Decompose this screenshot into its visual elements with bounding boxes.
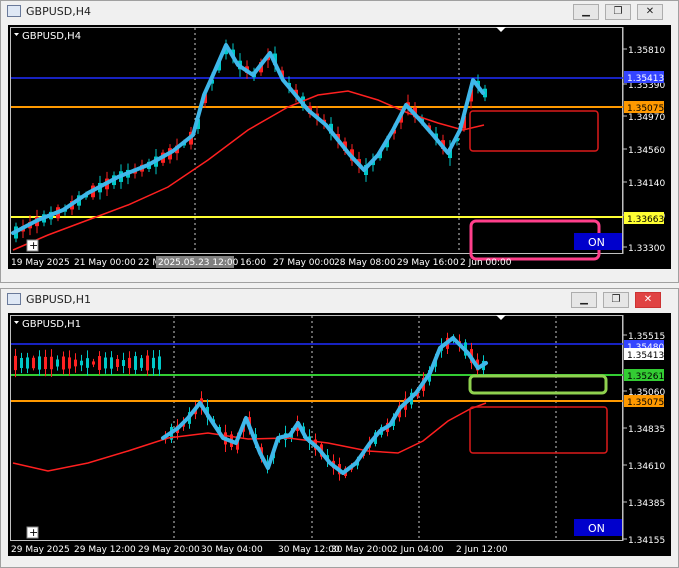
title-bar[interactable]: GBPUSD,H1 ▁ ❐ ✕ bbox=[1, 289, 678, 311]
minimize-button[interactable]: ▁ bbox=[573, 4, 599, 20]
candle-body bbox=[98, 356, 101, 370]
candle-body bbox=[14, 355, 17, 371]
candle-body bbox=[26, 357, 29, 369]
restore-button[interactable]: ❐ bbox=[603, 292, 629, 308]
time-tick-label: 30 May 20:00 bbox=[331, 545, 393, 555]
candle-body bbox=[134, 356, 137, 370]
candle-body bbox=[122, 360, 125, 366]
price-tag-label: 1.35075 bbox=[627, 398, 664, 408]
chart-window-h4: GBPUSD,H4 ▁ ❐ ✕ GBPUSD,H4 1.35810 1.35390 1… bbox=[0, 0, 679, 283]
time-tick-label: 2 Jun 04:00 bbox=[392, 545, 444, 555]
close-button[interactable]: ✕ bbox=[637, 4, 663, 20]
candle-body bbox=[92, 361, 95, 365]
candle-body bbox=[50, 356, 53, 370]
candle-body bbox=[152, 357, 155, 369]
time-tick-label: 28 May 08:00 bbox=[334, 258, 396, 268]
on-toggle-label: ON bbox=[588, 522, 605, 535]
price-chart-h4[interactable]: GBPUSD,H4 1.35810 1.35390 1.34970 1.34560 1.3… bbox=[8, 25, 671, 269]
title-bar[interactable]: GBPUSD,H4 ▁ ❐ ✕ bbox=[1, 1, 678, 23]
chart-background bbox=[8, 25, 671, 269]
time-tick-label: 2 Jun 00:00 bbox=[460, 258, 512, 268]
time-tick-label: 29 May 12:00 bbox=[74, 545, 136, 555]
price-tag-label: 1.33663 bbox=[627, 215, 664, 225]
price-tick-label: 1.34835 bbox=[628, 425, 665, 435]
candle-body bbox=[110, 357, 113, 369]
candle-body bbox=[128, 357, 131, 369]
symbol-label: GBPUSD,H4 bbox=[22, 31, 81, 42]
time-tick-label: 2 Jun 12:00 bbox=[456, 545, 508, 555]
time-tick-label: 29 May 16:00 bbox=[397, 258, 459, 268]
price-tick-label: 1.34970 bbox=[628, 113, 665, 123]
candle-body bbox=[140, 358, 143, 368]
window-title: GBPUSD,H4 bbox=[26, 5, 91, 18]
price-tag-label: 1.35075 bbox=[627, 104, 664, 114]
time-tick-label: 30 May 04:00 bbox=[201, 545, 263, 555]
price-tick-label: 1.34610 bbox=[628, 462, 665, 472]
window-title: GBPUSD,H1 bbox=[26, 293, 91, 306]
price-tick-label: 1.34140 bbox=[628, 179, 665, 189]
price-tag-label: 1.35413 bbox=[627, 74, 664, 84]
price-tick-label: 1.33300 bbox=[628, 244, 665, 254]
time-tick-label: 19 May 2025 bbox=[11, 258, 70, 268]
chart-window-icon bbox=[7, 293, 21, 305]
candle-body bbox=[74, 359, 77, 367]
price-tick-label: 1.34385 bbox=[628, 499, 665, 509]
chart-window-icon bbox=[7, 5, 21, 17]
candle-body bbox=[32, 357, 35, 369]
time-tick-label: 29 May 2025 bbox=[11, 545, 70, 555]
candle-body bbox=[146, 355, 149, 371]
price-tick-label: 1.34560 bbox=[628, 146, 665, 156]
restore-button[interactable]: ❐ bbox=[605, 4, 631, 20]
time-tick-label: 21 May 00:00 bbox=[74, 258, 136, 268]
chart-background bbox=[8, 313, 671, 556]
minimize-button[interactable]: ▁ bbox=[571, 292, 597, 308]
on-toggle-label: ON bbox=[588, 236, 605, 249]
candle-body bbox=[80, 360, 83, 366]
chart-canvas: GBPUSD,H11.355151.350601.348351.346101.3… bbox=[8, 313, 671, 556]
candle-body bbox=[62, 356, 65, 370]
close-button[interactable]: ✕ bbox=[635, 292, 661, 308]
candle-body bbox=[20, 358, 23, 368]
candle-body bbox=[104, 357, 107, 369]
price-tag-label: 1.35413 bbox=[627, 351, 664, 361]
price-tick-label: 1.34155 bbox=[628, 536, 665, 546]
candle-body bbox=[68, 357, 71, 369]
price-tag-label: 1.35261 bbox=[627, 372, 664, 382]
price-tick-label: 1.35810 bbox=[628, 46, 665, 56]
chart-canvas: GBPUSD,H41.358101.353901.349701.345601.3… bbox=[8, 25, 671, 269]
candle-body bbox=[44, 356, 47, 370]
chart-window-h1: GBPUSD,H1 ▁ ❐ ✕ GBPUSD,H1 1.35515 1.35060 1… bbox=[0, 288, 679, 568]
plus-glyph: + bbox=[29, 239, 38, 252]
candle-body bbox=[116, 359, 119, 367]
price-chart-h1[interactable]: GBPUSD,H1 1.35515 1.35060 1.34835 1.34610 1.3… bbox=[8, 313, 671, 556]
time-tick-label: 16:00 bbox=[240, 258, 266, 268]
candle-body bbox=[38, 356, 41, 370]
time-tick-label: 29 May 20:00 bbox=[138, 545, 200, 555]
candle-body bbox=[158, 356, 161, 370]
plus-glyph: + bbox=[29, 526, 38, 539]
symbol-label: GBPUSD,H1 bbox=[22, 319, 81, 330]
time-tick-label: 27 May 00:00 bbox=[273, 258, 335, 268]
candle-body bbox=[56, 359, 59, 367]
candle-body bbox=[86, 358, 89, 368]
crosshair-time-label: 2025.05.23 12:00 bbox=[158, 258, 239, 268]
